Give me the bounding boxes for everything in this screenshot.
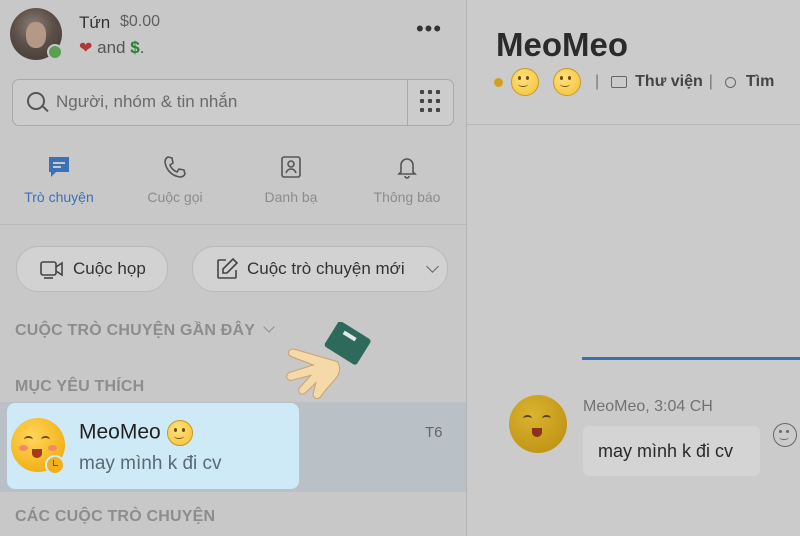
meeting-label: Cuộc họp [73, 259, 146, 278]
pointing-hand-icon [286, 322, 371, 400]
gallery-icon [611, 76, 628, 88]
mood-text: and [97, 38, 126, 57]
sender-avatar[interactable] [509, 395, 567, 453]
new-chat-button[interactable]: Cuộc trò chuyện mới [192, 246, 448, 292]
heart-icon: ❤ [79, 40, 93, 57]
search-input[interactable]: Người, nhóm & tin nhắn [56, 92, 237, 112]
search-icon [724, 76, 736, 88]
conversation-title: MeoMeo [496, 26, 628, 63]
search-box[interactable]: Người, nhóm & tin nhắn [12, 79, 454, 126]
gallery-link[interactable]: Thư viện [635, 73, 703, 91]
chevron-down-icon [263, 321, 275, 333]
tab-notifications[interactable]: Thông báo [352, 152, 462, 205]
away-status-icon [45, 455, 65, 475]
profile-name[interactable]: Tứn [79, 13, 110, 33]
dollar-icon: $ [130, 38, 140, 57]
message-bubble[interactable]: may mình k đi cv [583, 426, 760, 476]
compose-icon [215, 257, 239, 281]
chevron-down-icon[interactable] [426, 259, 439, 273]
section-conversations: CÁC CUỘC TRÒ CHUYỆN [15, 508, 216, 525]
new-chat-label: Cuộc trò chuyện mới [247, 259, 405, 278]
meeting-button[interactable]: Cuộc họp [16, 246, 168, 292]
section-favorites: MỤC YÊU THÍCH [15, 378, 145, 395]
profile-mood[interactable]: ❤ and $. [79, 38, 144, 58]
chat-icon [4, 152, 114, 182]
more-options-button[interactable]: ••• [413, 18, 445, 46]
contacts-icon [236, 152, 346, 182]
mood-period: . [139, 38, 145, 57]
profile-credit[interactable]: $0.00 [120, 13, 160, 31]
tab-contacts[interactable]: Danh bạ [236, 152, 346, 205]
conversation-subheader: | Thư viện | Tìm [494, 68, 774, 96]
phone-icon [120, 152, 230, 182]
status-dot-icon [494, 77, 503, 87]
section-recent[interactable]: CUỘC TRÒ CHUYỆN GẦN ĐÂY [15, 321, 275, 340]
smiley-icon [511, 68, 539, 96]
tab-chats[interactable]: Trò chuyện [4, 152, 114, 205]
online-status-icon [47, 44, 63, 60]
message-sender-time: MeoMeo, 3:04 CH [583, 398, 713, 415]
tab-calls[interactable]: Cuộc gọi [120, 152, 230, 205]
chat-date: T6 [425, 424, 443, 441]
reaction-smiley-icon[interactable] [773, 423, 797, 447]
new-messages-divider [582, 357, 800, 360]
video-icon [39, 258, 65, 280]
find-link[interactable]: Tìm [746, 73, 774, 91]
chat-item-last-message: may mình k đi cv [79, 453, 222, 474]
bell-icon [352, 152, 462, 182]
smiley-icon [166, 420, 193, 446]
chat-item-name: MeoMeo [79, 420, 193, 446]
dialpad-icon[interactable] [420, 90, 442, 114]
smiley-icon [553, 68, 581, 96]
search-icon [27, 92, 45, 110]
